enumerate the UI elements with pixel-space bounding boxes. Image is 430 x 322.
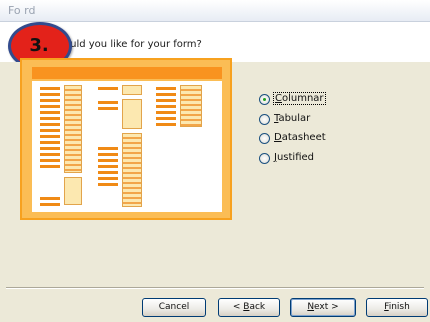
preview-label — [40, 147, 60, 150]
radio-button[interactable] — [259, 153, 270, 164]
preview-label — [156, 123, 176, 126]
preview-label — [40, 197, 60, 200]
preview-label — [98, 171, 118, 174]
preview-label — [40, 129, 60, 132]
preview-label — [98, 153, 118, 156]
preview-label — [98, 147, 118, 150]
wizard-question: ould you like for your form? — [64, 39, 202, 50]
footer-separator — [6, 287, 424, 289]
preview-field — [64, 177, 82, 205]
preview-label — [40, 87, 60, 90]
preview-field — [122, 99, 142, 129]
layout-option-label[interactable]: Datasheet — [274, 132, 326, 143]
preview-label — [98, 183, 118, 186]
radio-button[interactable] — [259, 114, 270, 125]
cancel-button[interactable]: Cancel — [142, 298, 206, 317]
preview-label — [98, 87, 118, 90]
preview-label — [98, 159, 118, 162]
preview-label — [40, 141, 60, 144]
radio-button-checked[interactable] — [259, 94, 270, 105]
preview-label — [40, 123, 60, 126]
preview-label — [98, 107, 118, 110]
preview-label — [156, 99, 176, 102]
layout-preview — [20, 58, 232, 220]
finish-button[interactable]: Finish — [366, 298, 428, 317]
preview-label — [40, 105, 60, 108]
preview-label — [156, 117, 176, 120]
preview-label — [40, 153, 60, 156]
preview-label — [40, 111, 60, 114]
layout-option-label[interactable]: Justified — [274, 152, 314, 163]
radio-button[interactable] — [259, 133, 270, 144]
preview-label — [40, 99, 60, 102]
preview-form-area — [32, 81, 222, 212]
layout-option-label[interactable]: Tabular — [274, 113, 310, 124]
preview-label — [98, 177, 118, 180]
preview-header-bar — [32, 67, 222, 79]
preview-field-stack — [64, 85, 82, 173]
preview-label — [40, 117, 60, 120]
preview-field-stack — [180, 85, 202, 127]
layout-options-group: Columnar Tabular Datasheet Justified — [253, 86, 363, 170]
preview-label — [40, 165, 60, 168]
preview-label — [156, 93, 176, 96]
next-button[interactable]: Next > — [290, 298, 356, 317]
preview-label — [40, 93, 60, 96]
back-button[interactable]: < Back — [218, 298, 280, 317]
step-number: 3. — [29, 35, 49, 56]
title-bar: Fo rd — [0, 0, 430, 22]
preview-label — [40, 203, 60, 206]
preview-label — [40, 159, 60, 162]
preview-label — [98, 101, 118, 104]
preview-label — [98, 165, 118, 168]
preview-field-stack — [122, 133, 142, 207]
layout-option-label[interactable]: Columnar — [273, 92, 326, 105]
window-title: Fo rd — [8, 4, 36, 17]
preview-label — [156, 111, 176, 114]
preview-label — [156, 87, 176, 90]
preview-field — [122, 85, 142, 95]
preview-label — [156, 105, 176, 108]
preview-label — [40, 135, 60, 138]
